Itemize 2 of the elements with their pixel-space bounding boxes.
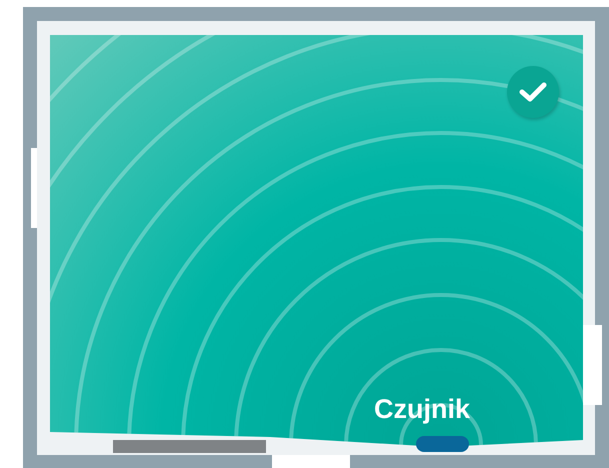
- sensor-label: Czujnik: [374, 393, 470, 425]
- sensor-icon: [416, 436, 469, 452]
